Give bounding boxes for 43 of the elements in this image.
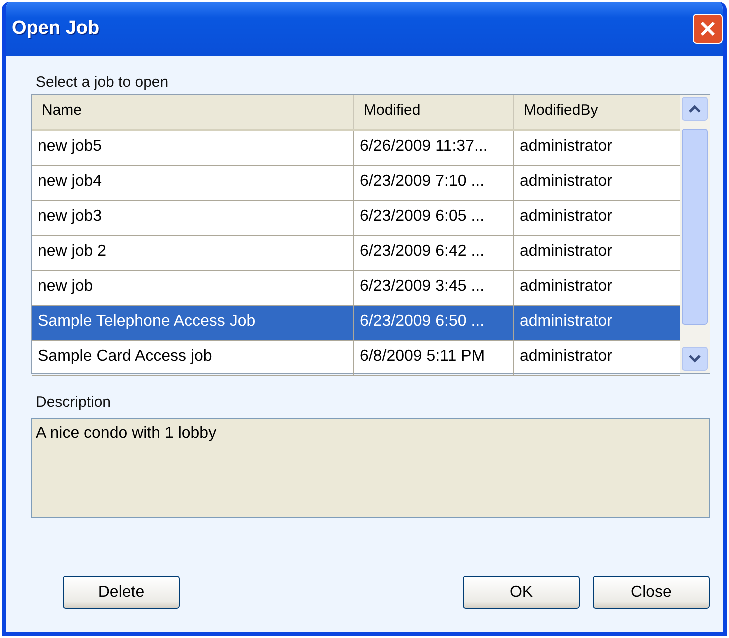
table-cell: 6/23/2009 6:50 ... — [354, 306, 514, 340]
dialog-button[interactable]: OK — [463, 576, 580, 609]
scroll-up-button[interactable] — [682, 97, 708, 121]
close-icon — [699, 20, 717, 38]
table-row[interactable]: Sample Card Access job 6/8/2009 5:11 PM administrator — [32, 341, 680, 376]
table-cell: new job4 — [32, 166, 354, 200]
column-header[interactable]: Name — [32, 95, 354, 129]
table-cell-text: administrator — [519, 242, 614, 262]
column-header[interactable]: ModifiedBy — [514, 95, 680, 129]
scroll-thumb[interactable] — [682, 129, 708, 325]
table-cell: 6/26/2009 11:37... — [354, 131, 514, 165]
table-row[interactable]: new job3 6/23/2009 6:05 ... administrator — [32, 201, 680, 236]
description-field[interactable]: A nice condo with 1 lobby — [31, 418, 710, 518]
table-cell-text: administrator — [519, 137, 614, 157]
table-cell-text: administrator — [519, 277, 614, 297]
table-cell-text: administrator — [519, 347, 614, 367]
scroll-down-button[interactable] — [682, 347, 708, 371]
dialog-button[interactable]: Close — [593, 576, 710, 609]
table-cell: new job5 — [32, 131, 354, 165]
column-header[interactable]: Modified — [354, 95, 514, 129]
window-title: Open Job — [12, 18, 100, 40]
table-cell-text: administrator — [519, 172, 614, 192]
dialog-button[interactable]: Delete — [63, 576, 180, 609]
table-cell-text: administrator — [519, 312, 614, 332]
table-cell: 6/23/2009 3:45 ... — [354, 271, 514, 305]
table-row[interactable]: new job5 6/26/2009 11:37... administrator — [32, 131, 680, 166]
table-cell: Sample Telephone Access Job — [32, 306, 354, 340]
description-label: Description — [35, 394, 112, 413]
table-cell: new job 2 — [32, 236, 354, 270]
table-cell: 6/8/2009 5:11 PM — [354, 341, 514, 375]
table-cell: 6/23/2009 6:05 ... — [354, 201, 514, 235]
table-cell: new job3 — [32, 201, 354, 235]
table-cell-text: administrator — [519, 207, 614, 227]
close-button[interactable] — [693, 14, 723, 44]
table-row[interactable]: new job4 6/23/2009 7:10 ... administrator — [32, 166, 680, 201]
list-label: Select a job to open — [35, 74, 170, 93]
table-row[interactable]: new job 2 6/23/2009 6:42 ... administrator — [32, 236, 680, 271]
table-row[interactable]: Sample Telephone Access Job 6/23/2009 6:50 ... administrator — [32, 306, 680, 341]
table-cell: 6/23/2009 6:42 ... — [354, 236, 514, 270]
table-cell: 6/23/2009 7:10 ... — [354, 166, 514, 200]
table-cell: Sample Card Access job — [32, 341, 354, 375]
table-cell: new job — [32, 271, 354, 305]
scrollbar[interactable] — [680, 95, 710, 373]
